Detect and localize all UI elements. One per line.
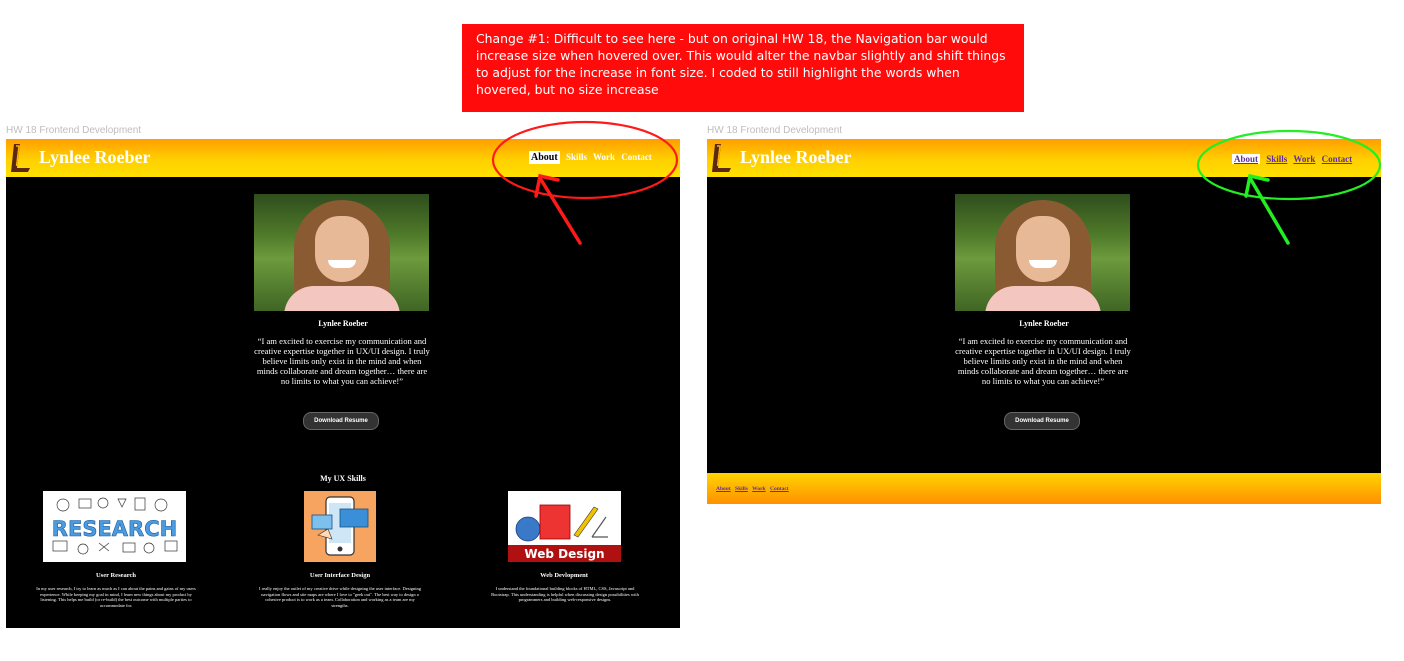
logo-l-icon — [11, 144, 30, 172]
nav-work-link[interactable]: Work — [1293, 154, 1315, 164]
nav-links: About Skills Work Contact — [1232, 154, 1356, 164]
nav-about-link[interactable]: About — [529, 151, 560, 164]
skill-desc-research: In my user research, I try to learn as m… — [36, 586, 196, 608]
nav-contact-link[interactable]: Contact — [621, 152, 652, 162]
left-frame-title: HW 18 Frontend Development — [6, 125, 142, 136]
navbar: Lynlee Roeber About Skills Work Contact — [6, 139, 680, 177]
quote: “I am excited to exercise my communicati… — [254, 336, 430, 386]
annotation-note: Change #1: Difficult to see here - but o… — [462, 24, 1024, 112]
nav-links: About Skills Work Contact — [529, 151, 656, 164]
nav-work-link[interactable]: Work — [593, 152, 615, 162]
person-name: Lynlee Roeber — [318, 319, 368, 328]
navbar: Lynlee Roeber About Skills Work Contact — [707, 139, 1381, 177]
right-frame-title: HW 18 Frontend Development — [707, 125, 843, 136]
skills-heading: My UX Skills — [320, 474, 366, 483]
original-page-frame: Lynlee Roeber About Skills Work Contact … — [6, 139, 680, 628]
profile-photo — [254, 194, 429, 311]
ui-design-image — [304, 491, 376, 562]
svg-text:Web Design: Web Design — [524, 547, 604, 561]
skill-title-web: Web Devlopment — [540, 572, 588, 579]
site-brand[interactable]: Lynlee Roeber — [740, 147, 851, 168]
footer-about-link[interactable]: About — [716, 486, 731, 492]
download-resume-button[interactable]: Download Resume — [303, 412, 379, 430]
skill-desc-web: I understand the foundational building b… — [491, 586, 639, 603]
person-name: Lynlee Roeber — [1019, 319, 1069, 328]
nav-about-link[interactable]: About — [1232, 154, 1261, 164]
updated-page-frame: Lynlee Roeber About Skills Work Contact … — [707, 139, 1381, 504]
smartphone-ui-icon — [311, 496, 369, 556]
download-resume-button[interactable]: Download Resume — [1004, 412, 1080, 430]
research-image: RESEARCH — [43, 491, 186, 562]
nav-skills-link[interactable]: Skills — [1266, 154, 1287, 164]
skill-title-ui: User Interface Design — [309, 572, 371, 579]
web-design-image: Web Design — [508, 491, 621, 562]
footer: About Skills Work Contact — [707, 473, 1381, 504]
skill-desc-ui: I really enjoy the outlet of my creative… — [258, 586, 422, 608]
profile-photo — [955, 194, 1130, 311]
svg-text:RESEARCH: RESEARCH — [52, 517, 177, 541]
footer-links: About Skills Work Contact — [716, 486, 792, 492]
footer-work-link[interactable]: Work — [752, 486, 765, 492]
web-design-tools-icon: Web Design — [508, 504, 621, 562]
logo-l-icon — [712, 144, 731, 172]
quote: “I am excited to exercise my communicati… — [955, 336, 1131, 386]
nav-skills-link[interactable]: Skills — [566, 152, 587, 162]
nav-contact-link[interactable]: Contact — [1322, 154, 1353, 164]
site-brand[interactable]: Lynlee Roeber — [39, 147, 150, 168]
footer-contact-link[interactable]: Contact — [770, 486, 789, 492]
footer-skills-link[interactable]: Skills — [735, 486, 748, 492]
research-doodle-icon: RESEARCH — [51, 497, 178, 555]
skill-title-research: User Research — [95, 572, 136, 579]
